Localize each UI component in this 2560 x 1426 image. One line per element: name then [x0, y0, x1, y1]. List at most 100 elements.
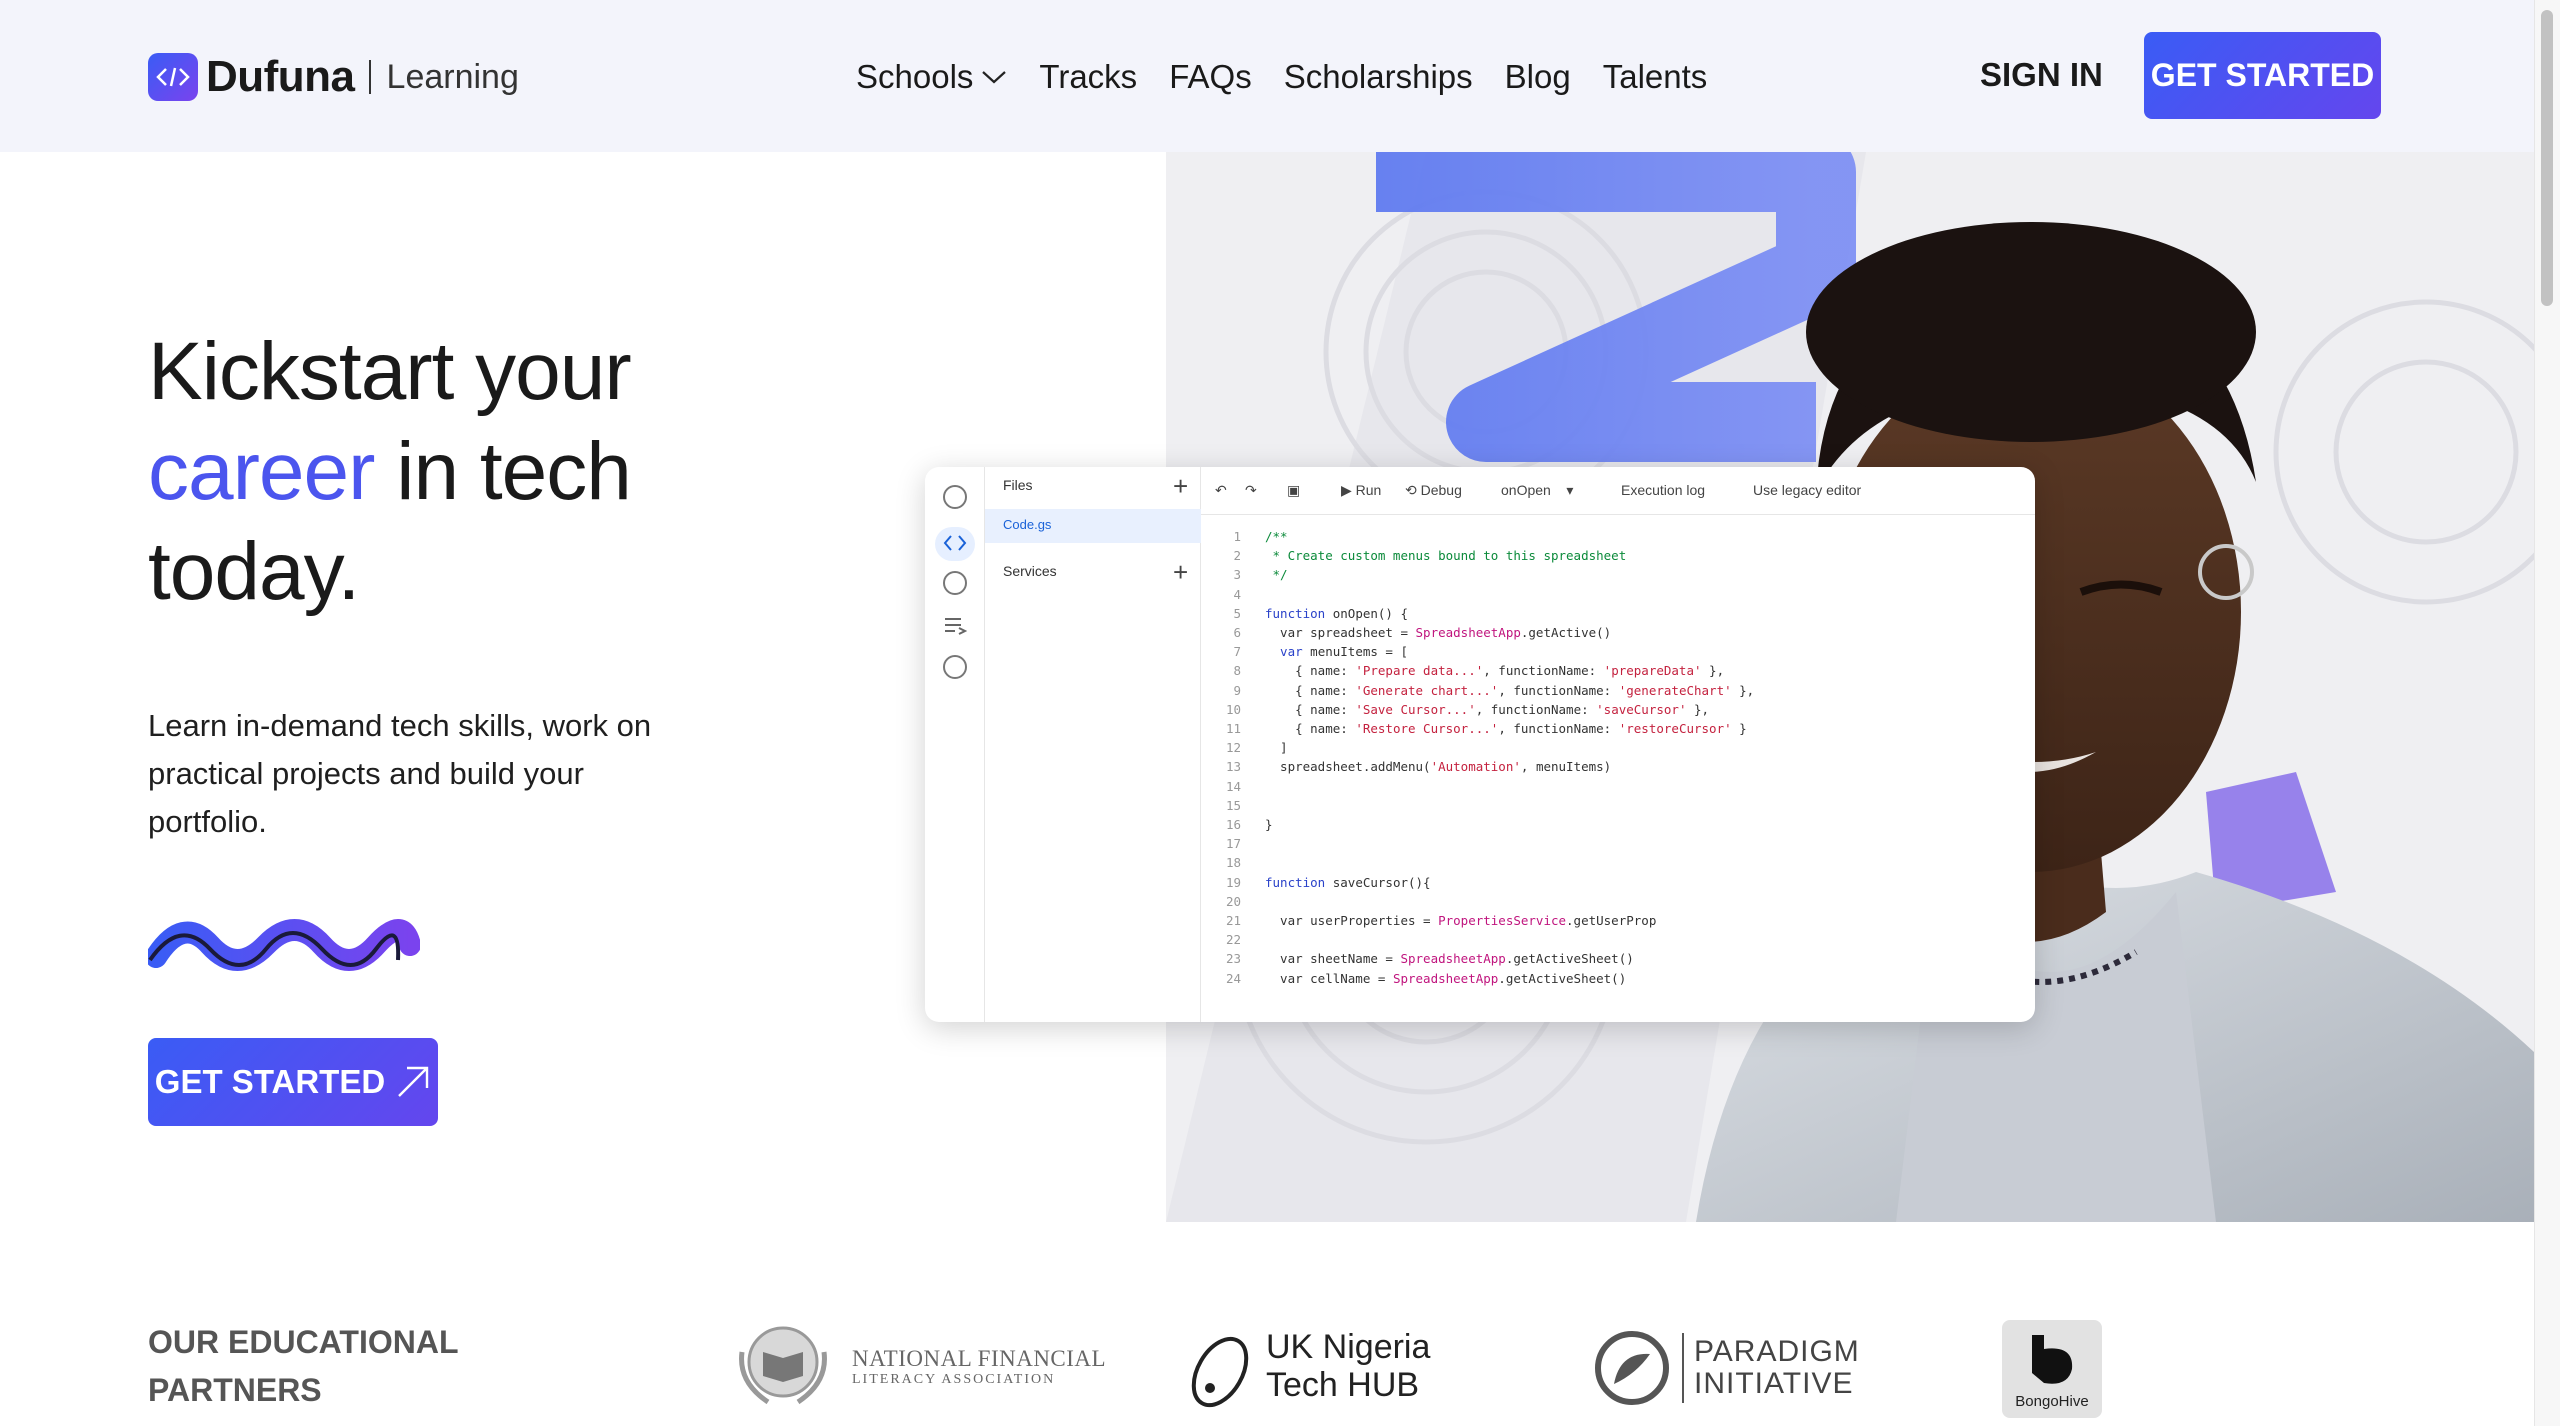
function-select-label: onOpen [1501, 482, 1551, 498]
code-token: 'Generate chart...' [1355, 683, 1499, 698]
partners-heading: OUR EDUCATIONAL PARTNERS [148, 1324, 458, 1408]
line-number: 2 [1233, 548, 1241, 563]
code-token: SpreadsheetApp [1415, 625, 1521, 640]
code-token: 'Prepare data...' [1355, 663, 1484, 678]
brand-logo[interactable]: Dufuna Learning [148, 52, 519, 102]
code-line: var menuItems = [ [1265, 642, 1408, 661]
line-number: 4 [1233, 587, 1241, 602]
wave-decoration [148, 919, 420, 971]
code-editor-preview: Files + Code.gs Services + ↶ ↷ ▣ ▶ Run ⟲… [925, 467, 2035, 1022]
hero-title-line2: in tech [374, 426, 632, 517]
partner-nfla-logo: NATIONAL FINANCIAL LITERACY ASSOCIATION [728, 1322, 1106, 1412]
brand-subtitle: Learning [386, 57, 519, 96]
chevron-down-icon [982, 71, 1007, 84]
paradigm-mark-icon [1595, 1331, 1669, 1405]
code-token: }, [1731, 683, 1755, 698]
line-number: 23 [1225, 951, 1241, 966]
code-token: SpreadsheetApp [1400, 951, 1506, 966]
line-number: 13 [1225, 759, 1241, 774]
editor-sidebar [925, 467, 985, 1022]
code-line: } [1265, 817, 1273, 832]
code-line: ] [1265, 740, 1288, 755]
sign-in-link[interactable]: SIGN IN [1980, 56, 2103, 94]
code-icon [943, 535, 967, 551]
line-number: 16 [1225, 817, 1241, 832]
code-token: { name: [1265, 683, 1356, 698]
code-line: spreadsheet.addMenu('Automation', menuIt… [1265, 757, 1611, 776]
code-brackets-icon [148, 53, 198, 101]
code-area: 1 2 3 4 5 6 7 8 9 10 11 12 13 14 15 16 1… [1201, 527, 2035, 1022]
code-token: 'saveCursor' [1596, 702, 1687, 717]
code-token: .getActive() [1520, 625, 1612, 640]
settings-icon [943, 655, 967, 679]
code-token: SpreadsheetApp [1392, 971, 1499, 986]
nav-item-tracks[interactable]: Tracks [1039, 58, 1137, 96]
hero-cta-label: GET STARTED [154, 1063, 386, 1100]
code-token: var spreadsheet = [1265, 625, 1416, 640]
code-token: var sheetName = [1265, 951, 1401, 966]
nav-item-scholarships[interactable]: Scholarships [1284, 58, 1473, 96]
get-started-button[interactable]: GET STARTED [2144, 32, 2381, 119]
line-number: 22 [1225, 932, 1241, 947]
partner-bongohive-logo: BongoHive [2002, 1320, 2102, 1418]
hero-title-line3: today. [148, 526, 360, 617]
scrollbar-thumb[interactable] [2541, 10, 2553, 306]
code-token: PropertiesService [1438, 913, 1567, 928]
uk-nigeria-subname: Tech HUB [1266, 1366, 1420, 1404]
code-line: * Create custom menus bound to this spre… [1265, 548, 1627, 563]
code-line: function onOpen() { [1265, 604, 1408, 623]
code-token: 'Save Cursor...' [1355, 702, 1476, 717]
bongohive-mark-icon [2032, 1334, 2073, 1384]
paradigm-name: PARADIGM [1694, 1335, 1860, 1368]
code-line: var cellName = SpreadsheetApp.getActiveS… [1265, 969, 1626, 988]
laurel-book-icon [739, 1326, 827, 1405]
page-scrollbar[interactable] [2534, 0, 2560, 1426]
debug-label: Debug [1420, 482, 1462, 498]
code-token: onOpen() { [1325, 606, 1409, 621]
nav-item-schools[interactable]: Schools [856, 58, 1007, 96]
clock-icon [943, 571, 967, 595]
execution-log-action: Execution log [1621, 482, 1706, 498]
code-line: { name: 'Generate chart...', functionNam… [1265, 681, 1754, 700]
files-label: Files [1003, 477, 1033, 493]
hero-get-started-button[interactable]: GET STARTED [148, 1038, 438, 1126]
main-menu: Schools Tracks FAQs Scholarships Blog Ta… [856, 52, 1739, 102]
add-file-icon: + [1173, 471, 1189, 501]
code-token: 'Restore Cursor...' [1355, 721, 1499, 736]
nfla-text: NATIONAL FINANCIAL LITERACY ASSOCIATION [852, 1346, 1106, 1388]
nav-item-faqs[interactable]: FAQs [1169, 58, 1252, 96]
line-number: 3 [1233, 567, 1241, 582]
line-number: 20 [1225, 894, 1241, 909]
code-token: { name: [1265, 702, 1356, 717]
code-token: { name: [1265, 663, 1356, 678]
orbit-icon [1191, 1336, 1249, 1408]
code-line: function saveCursor(){ [1265, 873, 1431, 892]
code-token: .getActiveSheet() [1498, 971, 1627, 986]
code-line: */ [1265, 567, 1288, 582]
uk-nigeria-name: UK Nigeria [1266, 1328, 1431, 1366]
code-token: var cellName = [1265, 971, 1393, 986]
run-label: Run [1355, 482, 1382, 498]
nfla-subname: LITERACY ASSOCIATION [852, 1372, 1056, 1387]
nav-item-talents[interactable]: Talents [1603, 58, 1708, 96]
editor-file-panel: Files + Code.gs Services + [985, 467, 1201, 1022]
list-icon [945, 618, 967, 635]
bongohive-name: BongoHive [2015, 1392, 2089, 1410]
line-number: 5 [1233, 606, 1241, 621]
line-number: 21 [1225, 913, 1241, 928]
code-token: spreadsheet.addMenu( [1265, 759, 1431, 774]
paradigm-subname: INITIATIVE [1694, 1367, 1854, 1400]
undo-icon: ↶ [1215, 482, 1227, 498]
line-number: 18 [1225, 855, 1241, 870]
legacy-editor-action: Use legacy editor [1753, 482, 1862, 498]
code-token: , functionName: [1483, 663, 1604, 678]
uk-nigeria-text: UK Nigeria Tech HUB [1266, 1328, 1430, 1404]
file-code-gs: Code.gs [985, 509, 1201, 543]
redo-icon: ↷ [1245, 482, 1257, 498]
nav-item-schools-label: Schools [856, 58, 974, 95]
nav-item-blog[interactable]: Blog [1505, 58, 1571, 96]
code-token: var [1265, 644, 1303, 659]
function-select: onOpen ▾ [1501, 482, 1574, 498]
code-token: var userProperties = [1265, 913, 1439, 928]
code-line: { name: 'Restore Cursor...', functionNam… [1265, 719, 1747, 738]
